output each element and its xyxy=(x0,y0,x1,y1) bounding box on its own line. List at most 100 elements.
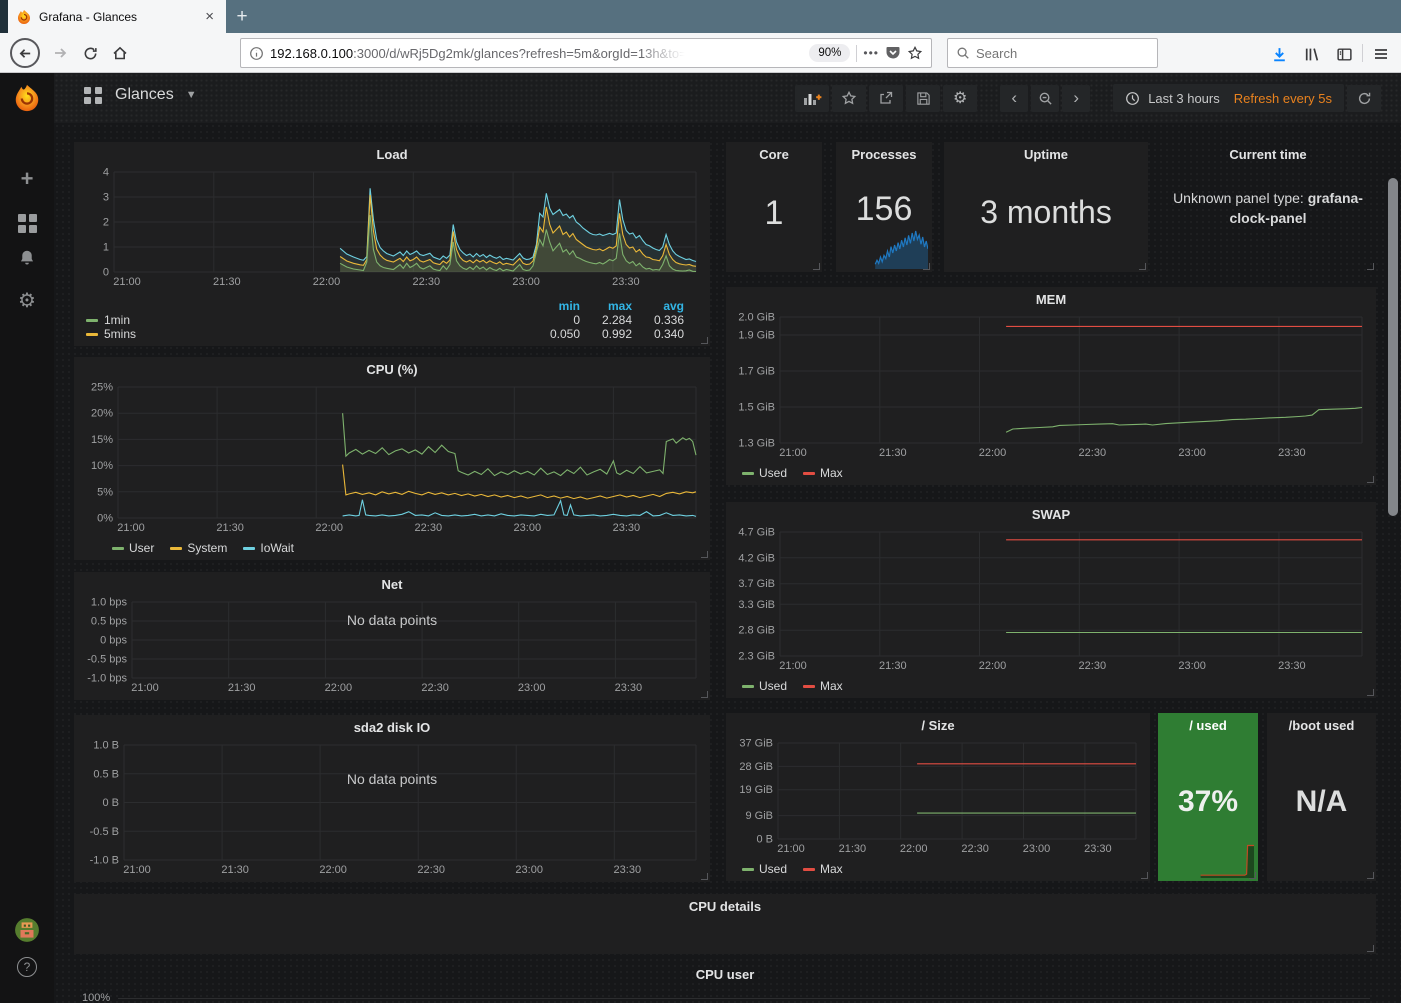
panel-title-core[interactable]: Core xyxy=(726,142,822,166)
user-avatar[interactable] xyxy=(0,917,54,948)
svg-text:22:30: 22:30 xyxy=(415,522,443,534)
legend-item-max[interactable]: Max xyxy=(803,679,843,693)
panel-resize-handle[interactable] xyxy=(1367,263,1374,270)
root-size-chart[interactable]: 0 B9 GiB19 GiB28 GiB37 GiB21:0021:3022:0… xyxy=(730,737,1146,857)
panel-current-time: Current time Unknown panel type: grafana… xyxy=(1160,142,1376,272)
panel-title-processes[interactable]: Processes xyxy=(836,142,932,166)
svg-text:1: 1 xyxy=(103,242,109,254)
dashboard-nav: Glances ▼ ⚙ ‹ xyxy=(54,73,1401,123)
legend-item-used[interactable]: Used xyxy=(742,466,787,480)
panel-title-cpu-user[interactable]: CPU user xyxy=(74,962,1376,986)
panel-title-load[interactable]: Load xyxy=(74,142,710,166)
search-bar[interactable] xyxy=(947,38,1158,68)
panel-resize-handle[interactable] xyxy=(813,263,820,270)
panel-cpu-user: CPU user 100% xyxy=(74,962,1376,1003)
sidebar-toggle-icon[interactable] xyxy=(1333,43,1355,65)
reload-button[interactable] xyxy=(76,39,104,67)
tab-close-icon[interactable]: × xyxy=(201,7,218,26)
dashboard-settings-button[interactable]: ⚙ xyxy=(943,85,977,112)
legend-item-user[interactable]: User xyxy=(112,541,154,555)
alerting-bell-icon[interactable] xyxy=(0,249,54,272)
site-info-icon[interactable] xyxy=(249,46,264,61)
page-scrollbar-thumb[interactable] xyxy=(1388,178,1398,516)
svg-text:22:30: 22:30 xyxy=(417,864,445,876)
panel-resize-handle[interactable] xyxy=(1367,945,1374,952)
panel-resize-handle[interactable] xyxy=(701,691,708,698)
panel-title-uptime[interactable]: Uptime xyxy=(944,142,1148,166)
panel-resize-handle[interactable] xyxy=(701,873,708,880)
svg-text:9 GiB: 9 GiB xyxy=(745,810,773,822)
panel-root-used: / used 37% xyxy=(1158,713,1258,881)
legend-item-iowait[interactable]: IoWait xyxy=(243,541,294,555)
panel-resize-handle[interactable] xyxy=(923,263,930,270)
panel-title-root-size[interactable]: / Size xyxy=(726,713,1150,737)
panel-title-root-used[interactable]: / used xyxy=(1158,713,1258,737)
swap-chart[interactable]: 2.3 GiB2.8 GiB3.3 GiB3.7 GiB4.2 GiB4.7 G… xyxy=(730,526,1372,674)
legend-item-1min[interactable]: 1min xyxy=(86,313,522,327)
dashboards-grid-icon[interactable] xyxy=(0,209,54,233)
home-button[interactable] xyxy=(106,39,134,67)
add-panel-button[interactable] xyxy=(795,85,829,112)
time-forward-button[interactable]: › xyxy=(1062,85,1090,112)
mem-chart[interactable]: 1.3 GiB1.5 GiB1.7 GiB1.9 GiB2.0 GiB21:00… xyxy=(730,311,1372,461)
url-bar[interactable]: 192.168.0.100:3000/d/wRj5Dg2mk/glances?r… xyxy=(240,38,932,68)
panel-resize-handle[interactable] xyxy=(701,551,708,558)
refresh-button[interactable] xyxy=(1347,85,1381,112)
panel-resize-handle[interactable] xyxy=(1367,872,1374,879)
time-back-button[interactable]: ‹ xyxy=(1000,85,1028,112)
zoom-out-button[interactable] xyxy=(1031,85,1059,112)
save-dashboard-button[interactable] xyxy=(906,85,940,112)
svg-text:19 GiB: 19 GiB xyxy=(739,784,773,796)
library-icon[interactable] xyxy=(1300,43,1322,65)
disk-chart[interactable]: 1.0 B0.5 B0 B-0.5 B-1.0 B21:0021:3022:00… xyxy=(78,739,706,878)
search-input[interactable] xyxy=(976,46,1126,61)
forward-button[interactable] xyxy=(46,39,74,67)
nav-actions: ⚙ ‹ › Last 3 hours Refresh every 5s xyxy=(792,84,1381,112)
legend-item-max[interactable]: Max xyxy=(803,862,843,876)
grafana-logo-icon[interactable] xyxy=(0,83,54,118)
page-actions-icon[interactable]: ••• xyxy=(863,46,879,60)
panel-title-cpu-details[interactable]: CPU details xyxy=(74,894,1376,918)
legend-item-5mins[interactable]: 5mins xyxy=(86,327,522,341)
download-icon[interactable] xyxy=(1268,43,1290,65)
bookmark-star-icon[interactable] xyxy=(907,45,923,61)
dashboard-title-dropdown[interactable]: Glances ▼ xyxy=(84,86,197,104)
panel-title-net[interactable]: Net xyxy=(74,572,710,596)
browser-tab[interactable]: Grafana - Glances × xyxy=(8,0,226,33)
pocket-icon[interactable] xyxy=(885,45,901,61)
panel-resize-handle[interactable] xyxy=(1367,476,1374,483)
no-data-text: No data points xyxy=(74,771,710,787)
panel-title-current-time[interactable]: Current time xyxy=(1160,142,1376,166)
panel-resize-handle[interactable] xyxy=(1249,872,1256,879)
panel-resize-handle[interactable] xyxy=(1139,263,1146,270)
svg-text:23:30: 23:30 xyxy=(612,276,640,288)
create-plus-icon[interactable]: + xyxy=(0,166,54,192)
zoom-level-badge[interactable]: 90% xyxy=(809,44,850,62)
panel-resize-handle[interactable] xyxy=(1141,872,1148,879)
configuration-gear-icon[interactable]: ⚙ xyxy=(0,288,54,313)
share-dashboard-button[interactable] xyxy=(869,85,903,112)
panel-resize-handle[interactable] xyxy=(1367,689,1374,696)
panel-title-cpu[interactable]: CPU (%) xyxy=(74,357,710,381)
browser-toolbar: 192.168.0.100:3000/d/wRj5Dg2mk/glances?r… xyxy=(0,33,1401,73)
svg-text:21:30: 21:30 xyxy=(221,864,249,876)
net-chart[interactable]: 1.0 bps0.5 bps0 bps-0.5 bps-1.0 bps21:00… xyxy=(78,596,706,696)
time-range-picker[interactable]: Last 3 hours Refresh every 5s xyxy=(1113,84,1344,112)
menu-hamburger-icon[interactable] xyxy=(1370,43,1392,65)
panel-resize-handle[interactable] xyxy=(701,337,708,344)
new-tab-button[interactable]: + xyxy=(226,0,258,33)
legend-item-used[interactable]: Used xyxy=(742,862,787,876)
back-button[interactable] xyxy=(10,38,40,68)
load-chart[interactable]: 0123421:0021:3022:0022:3023:0023:30 xyxy=(78,166,706,290)
panel-title-mem[interactable]: MEM xyxy=(726,287,1376,311)
legend-item-system[interactable]: System xyxy=(170,541,227,555)
panel-title-swap[interactable]: SWAP xyxy=(726,502,1376,526)
legend-item-max[interactable]: Max xyxy=(803,466,843,480)
legend-item-used[interactable]: Used xyxy=(742,679,787,693)
star-dashboard-button[interactable] xyxy=(832,85,866,112)
svg-text:3.3 GiB: 3.3 GiB xyxy=(738,599,775,611)
help-icon[interactable]: ? xyxy=(0,957,54,977)
panel-title-disk-io[interactable]: sda2 disk IO xyxy=(74,715,710,739)
panel-title-boot-used[interactable]: /boot used xyxy=(1267,713,1376,737)
cpu-chart[interactable]: 0%5%10%15%20%25%21:0021:3022:0022:3023:0… xyxy=(78,381,706,536)
